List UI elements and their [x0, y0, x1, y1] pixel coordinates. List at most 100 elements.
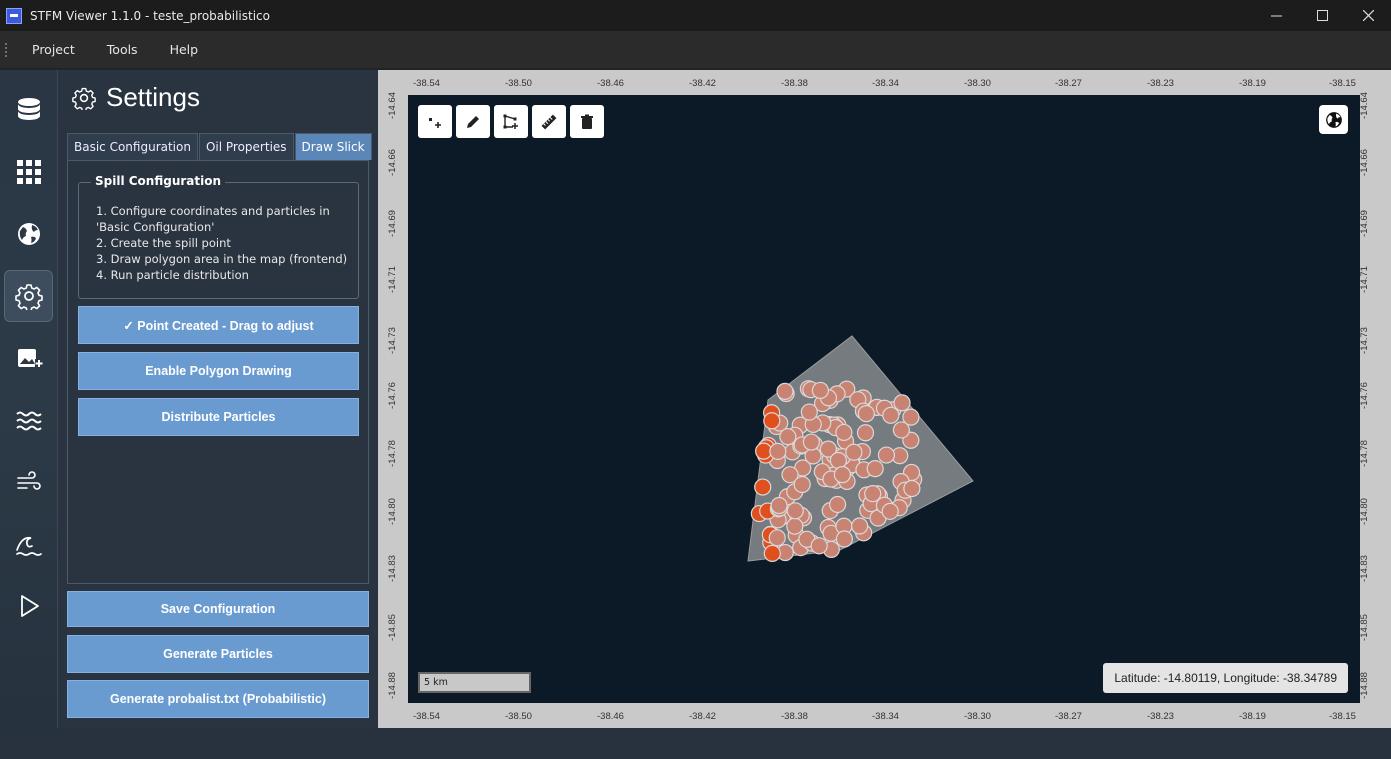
- particle-marker: [770, 496, 788, 515]
- y-tick-label-left: -14.78: [386, 440, 398, 467]
- basemap-globe-icon[interactable]: [1319, 105, 1348, 134]
- particle-marker: [786, 517, 804, 535]
- save-configuration-button[interactable]: Save Configuration: [67, 591, 369, 627]
- y-tick-label-left: -14.73: [386, 327, 398, 354]
- maximize-icon[interactable]: [1299, 0, 1345, 31]
- y-tick-label-right: -14.71: [1358, 266, 1370, 293]
- settings-panel: Settings Basic Configuration Oil Propert…: [58, 70, 378, 728]
- particle-marker: [881, 502, 899, 520]
- menu-help[interactable]: Help: [164, 42, 205, 57]
- minimize-icon[interactable]: [1253, 0, 1299, 31]
- instruction-step: 3. Draw polygon area in the map (fronten…: [96, 252, 348, 266]
- grid-icon[interactable]: [4, 146, 53, 198]
- menu-project[interactable]: Project: [26, 42, 81, 57]
- particle-marker: [810, 537, 828, 555]
- particle-marker: [857, 405, 875, 423]
- particle-marker: [882, 406, 900, 424]
- play-icon[interactable]: [4, 580, 53, 632]
- settings-title: Settings: [106, 82, 200, 112]
- generate-probalist-button[interactable]: Generate probalist.txt (Probabilistic): [67, 680, 369, 718]
- x-tick-label-bottom: -38.23: [1147, 711, 1174, 722]
- particle-marker: [856, 424, 875, 442]
- x-tick-label-top: -38.54: [413, 78, 440, 89]
- y-tick-label-left: -14.66: [386, 149, 398, 176]
- waves-icon[interactable]: [4, 394, 53, 446]
- y-tick-label-left: -14.80: [386, 498, 398, 525]
- y-tick-label-left: -14.76: [386, 382, 398, 409]
- toolbar-grip-icon: [4, 41, 8, 58]
- x-tick-label-top: -38.15: [1329, 78, 1356, 89]
- title-bar: STFM Viewer 1.1.0 - teste_probabilistico: [0, 0, 1391, 31]
- tab-oil-properties[interactable]: Oil Properties: [198, 133, 294, 160]
- particle-marker: [754, 478, 772, 496]
- y-tick-label-right: -14.66: [1358, 149, 1370, 176]
- wind-icon[interactable]: [4, 456, 53, 508]
- close-icon[interactable]: [1345, 0, 1391, 31]
- cursor-coordinates: Latitude: -14.80119, Longitude: -38.3478…: [1103, 663, 1348, 693]
- point-created-button[interactable]: ✓ Point Created - Drag to adjust: [78, 306, 359, 344]
- scale-label: 5 km: [424, 677, 448, 688]
- y-tick-label-left: -14.69: [386, 210, 398, 237]
- x-tick-label-top: -38.38: [781, 78, 808, 89]
- particle-marker: [776, 382, 794, 400]
- sidebar-rail: [0, 70, 58, 728]
- ocean-wave-icon[interactable]: [4, 518, 53, 570]
- x-tick-label-top: -38.42: [689, 78, 716, 89]
- database-icon[interactable]: [4, 84, 53, 136]
- x-tick-label-top: -38.50: [505, 78, 532, 89]
- instruction-step: 4. Run particle distribution: [96, 268, 249, 282]
- polygon-draw-icon[interactable]: [494, 105, 528, 138]
- particle-marker: [845, 443, 863, 461]
- settings-gear-icon: [72, 87, 96, 110]
- trash-icon[interactable]: [570, 105, 604, 138]
- particle-marker: [829, 495, 847, 514]
- x-tick-label-bottom: -38.30: [964, 711, 991, 722]
- globe-icon[interactable]: [4, 208, 53, 260]
- particle-marker: [835, 423, 853, 442]
- page-title: Settings: [72, 82, 200, 113]
- pencil-icon[interactable]: [456, 105, 490, 138]
- map-canvas[interactable]: 5 km Latitude: -14.80119, Longitude: -38…: [408, 95, 1360, 703]
- x-tick-label-bottom: -38.54: [413, 711, 440, 722]
- y-tick-label-right: -14.64: [1358, 92, 1370, 119]
- spill-configuration-title: Spill Configuration: [91, 174, 226, 188]
- slick-layer: [747, 335, 974, 562]
- y-tick-label-left: -14.83: [386, 555, 398, 582]
- x-tick-label-bottom: -38.50: [505, 711, 532, 722]
- distribute-particles-button[interactable]: Distribute Particles: [78, 398, 359, 436]
- y-tick-label-right: -14.69: [1358, 210, 1370, 237]
- menu-bar: Project Tools Help: [0, 31, 1391, 69]
- window-controls: [1253, 0, 1391, 31]
- spill-instructions: 1. Configure coordinates and particles i…: [96, 203, 354, 283]
- coordinates-text: Latitude: -14.80119, Longitude: -38.3478…: [1114, 671, 1337, 685]
- x-tick-label-top: -38.46: [597, 78, 624, 89]
- x-tick-label-bottom: -38.42: [689, 711, 716, 722]
- ruler-icon[interactable]: [532, 105, 566, 138]
- tab-basic-configuration[interactable]: Basic Configuration: [67, 133, 198, 160]
- particle-marker: [903, 479, 921, 498]
- menu-tools[interactable]: Tools: [101, 42, 144, 57]
- y-tick-label-right: -14.76: [1358, 382, 1370, 409]
- gear-icon[interactable]: [4, 270, 53, 322]
- particle-marker: [893, 394, 911, 412]
- add-point-icon[interactable]: [418, 105, 452, 138]
- particle-marker: [786, 502, 804, 520]
- particle-marker: [833, 466, 851, 484]
- y-tick-label-right: -14.80: [1358, 498, 1370, 525]
- x-tick-label-top: -38.30: [964, 78, 991, 89]
- particle-marker: [835, 530, 853, 548]
- y-tick-label-right: -14.73: [1358, 327, 1370, 354]
- particle-marker: [892, 421, 911, 439]
- particle-marker: [769, 442, 787, 460]
- add-image-icon[interactable]: [4, 332, 53, 384]
- y-tick-label-left: -14.71: [386, 266, 398, 293]
- y-tick-label-left: -14.85: [386, 614, 398, 641]
- particle-marker: [851, 517, 869, 535]
- x-tick-label-bottom: -38.38: [781, 711, 808, 722]
- y-tick-label-right: -14.78: [1358, 440, 1370, 467]
- generate-particles-button[interactable]: Generate Particles: [67, 635, 369, 673]
- y-tick-label-right: -14.88: [1358, 672, 1370, 699]
- tab-draw-slick[interactable]: Draw Slick: [294, 133, 372, 160]
- x-tick-label-bottom: -38.19: [1239, 711, 1266, 722]
- enable-polygon-drawing-button[interactable]: Enable Polygon Drawing: [78, 352, 359, 390]
